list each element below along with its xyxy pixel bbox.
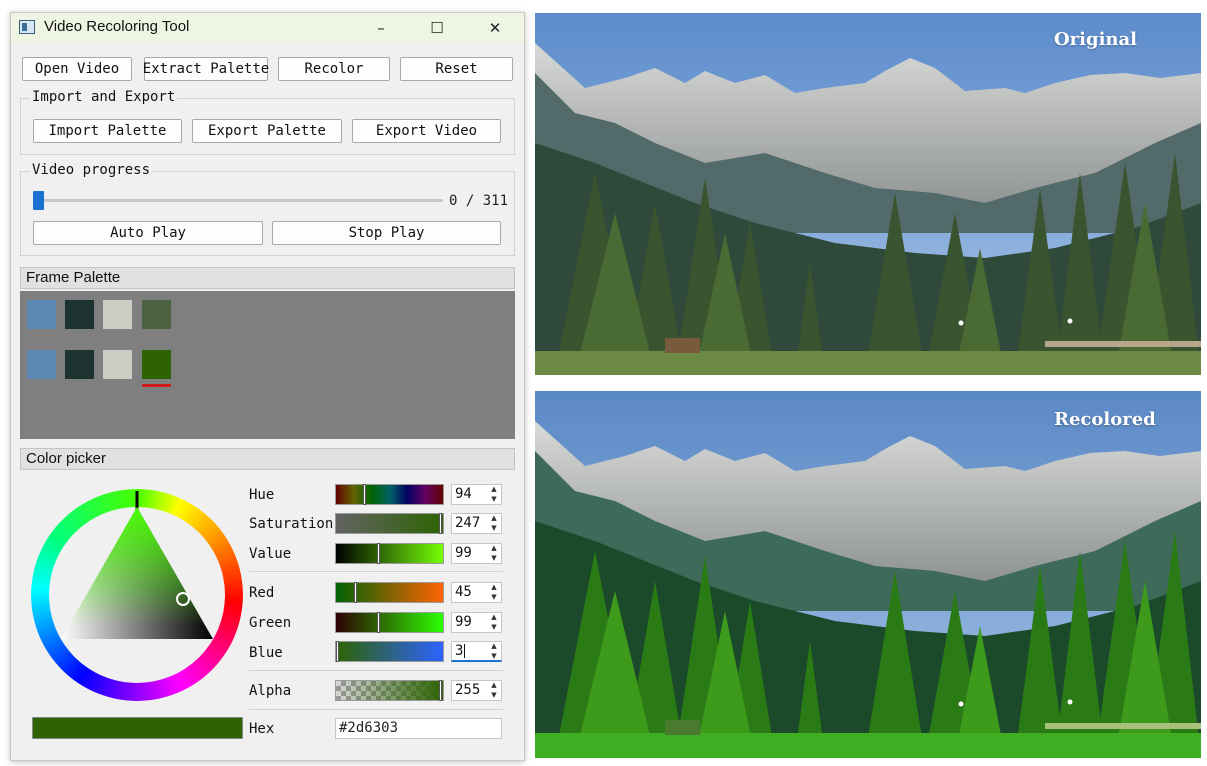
hue-label: Hue [249,487,275,503]
palette-swatch-original[interactable] [103,300,132,329]
red-value: 45 [455,584,472,600]
hue-value: 94 [455,486,472,502]
spin-down-icon[interactable]: ▼ [488,652,500,661]
value-value: 99 [455,545,472,561]
palette-swatch-original[interactable] [27,300,56,329]
palette-swatch-original[interactable] [65,300,94,329]
recolored-landscape-image [535,391,1201,758]
palette-swatch-recolored[interactable] [142,350,171,379]
alpha-spinbox[interactable]: 255 ▲ ▼ [451,680,502,701]
value-slider-handle[interactable] [377,543,380,564]
original-label: Original [1054,29,1138,50]
spin-down-icon[interactable]: ▼ [488,495,500,504]
blue-slider-handle[interactable] [336,641,339,662]
spin-up-icon[interactable]: ▲ [488,642,500,651]
hue-slider-handle[interactable] [363,484,366,505]
alpha-gradient-slider[interactable] [335,680,444,701]
green-gradient-slider[interactable] [335,612,444,633]
saturation-label: Saturation [249,516,334,532]
current-color-preview [32,717,243,739]
minimize-icon: – [377,19,385,37]
window-title: Video Recoloring Tool [44,18,190,35]
maximize-icon: ☐ [430,19,444,37]
original-landscape-image [535,13,1201,375]
spin-down-icon[interactable]: ▼ [488,623,500,632]
green-label: Green [249,615,292,631]
frame-palette-header: Frame Palette [20,267,515,289]
frame-counter: 0 / 311 [449,193,509,209]
video-app-icon [19,20,35,34]
import-export-title: Import and Export [30,89,178,105]
color-picker-header: Color picker [20,448,515,470]
selected-swatch-indicator [142,384,171,387]
text-caret [464,644,466,658]
spin-up-icon[interactable]: ▲ [488,583,500,592]
green-spinbox[interactable]: 99 ▲ ▼ [451,612,502,633]
hue-spinbox[interactable]: 94 ▲ ▼ [451,484,502,505]
value-gradient-slider[interactable] [335,543,444,564]
import-palette-button[interactable]: Import Palette [33,119,182,143]
auto-play-button[interactable]: Auto Play [33,221,263,245]
spin-up-icon[interactable]: ▲ [488,514,500,523]
green-value: 99 [455,614,472,630]
spin-down-icon[interactable]: ▼ [488,593,500,602]
frame-palette-area [20,291,515,439]
title-bar: Video Recoloring Tool – ☐ ✕ [11,13,524,43]
spin-up-icon[interactable]: ▲ [488,681,500,690]
recolored-image-panel: Recolored [535,391,1201,758]
app-window: Video Recoloring Tool – ☐ ✕ Open Video E… [10,12,525,761]
spin-up-icon[interactable]: ▲ [488,544,500,553]
separator [249,709,503,710]
reset-button[interactable]: Reset [400,57,513,81]
hue-gradient-slider[interactable] [335,484,444,505]
close-button[interactable]: ✕ [472,13,518,43]
spin-down-icon[interactable]: ▼ [488,691,500,700]
color-wheel[interactable] [31,489,243,701]
progress-slider-track[interactable] [35,199,443,202]
palette-swatch-original[interactable] [142,300,171,329]
value-spinbox[interactable]: 99 ▲ ▼ [451,543,502,564]
alpha-value: 255 [455,682,481,698]
green-slider-handle[interactable] [377,612,380,633]
red-slider-handle[interactable] [354,582,357,603]
spin-down-icon[interactable]: ▼ [488,554,500,563]
spin-up-icon[interactable]: ▲ [488,485,500,494]
blue-value: 3 [455,643,464,659]
saturation-slider-handle[interactable] [439,513,442,534]
separator [249,670,503,671]
red-spinbox[interactable]: 45 ▲ ▼ [451,582,502,603]
saturation-spinbox[interactable]: 247 ▲ ▼ [451,513,502,534]
palette-swatch-recolored[interactable] [27,350,56,379]
palette-swatch-recolored[interactable] [65,350,94,379]
hex-label: Hex [249,721,275,737]
value-label: Value [249,546,292,562]
spin-up-icon[interactable]: ▲ [488,613,500,622]
hex-input[interactable]: #2d6303 [335,718,502,739]
export-video-button[interactable]: Export Video [352,119,501,143]
progress-slider-handle[interactable] [33,191,44,210]
recolor-button[interactable]: Recolor [278,57,390,81]
export-palette-button[interactable]: Export Palette [192,119,342,143]
stop-play-button[interactable]: Stop Play [272,221,501,245]
saturation-value: 247 [455,515,481,531]
blue-label: Blue [249,645,283,661]
blue-gradient-slider[interactable] [335,641,444,662]
open-video-button[interactable]: Open Video [22,57,132,81]
alpha-label: Alpha [249,683,292,699]
minimize-button[interactable]: – [358,13,404,43]
close-icon: ✕ [488,19,502,37]
red-label: Red [249,585,275,601]
maximize-button[interactable]: ☐ [414,13,460,43]
video-progress-title: Video progress [30,162,153,178]
alpha-slider-handle[interactable] [439,680,442,701]
palette-swatch-recolored[interactable] [103,350,132,379]
saturation-gradient-slider[interactable] [335,513,444,534]
spin-down-icon[interactable]: ▼ [488,524,500,533]
recolored-label: Recolored [1054,409,1156,430]
separator [249,571,503,572]
red-gradient-slider[interactable] [335,582,444,603]
original-image-panel: Original [535,13,1201,375]
extract-palette-button[interactable]: Extract Palette [143,57,269,81]
blue-spinbox[interactable]: 3 ▲ ▼ [451,641,502,662]
